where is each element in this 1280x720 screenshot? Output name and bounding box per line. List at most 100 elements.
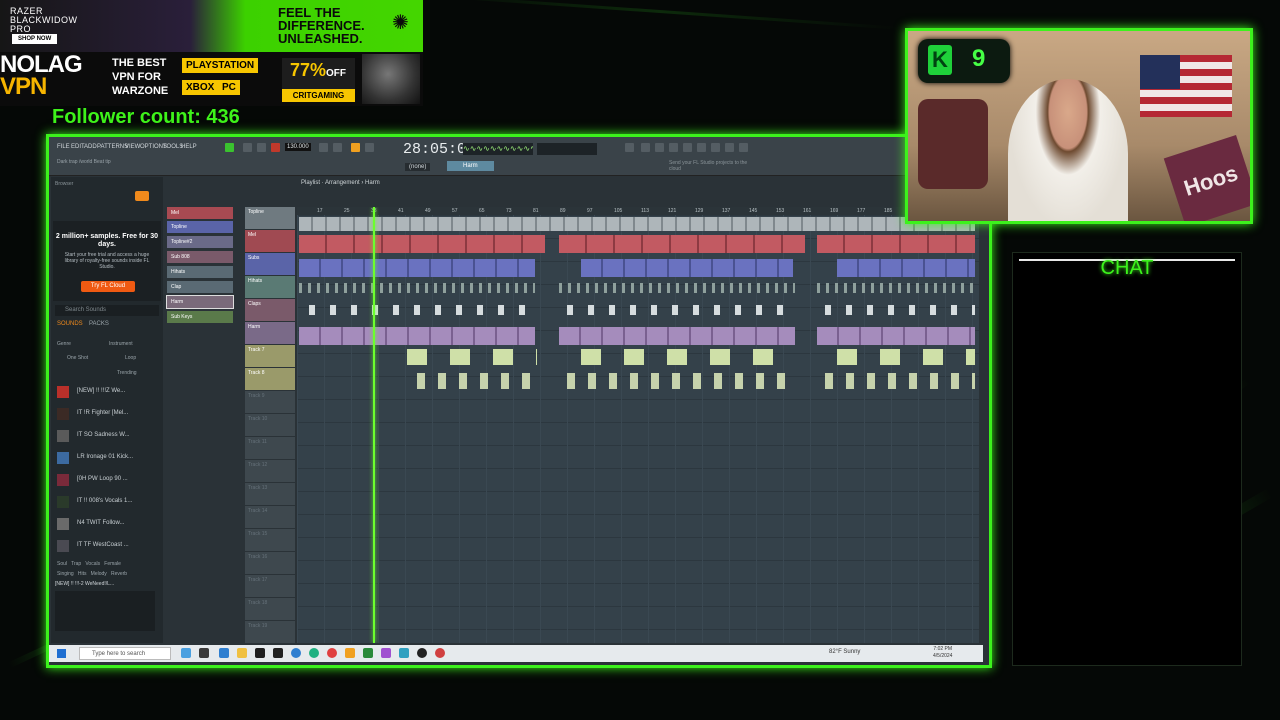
channel-button[interactable]: Mel <box>167 207 233 219</box>
sample-row[interactable]: LR Ironage 01 Kick... <box>55 449 159 467</box>
help-icon[interactable] <box>697 143 706 152</box>
app-icon[interactable] <box>435 648 445 658</box>
track-header[interactable]: Track 10 <box>245 414 295 436</box>
mel-clips[interactable] <box>817 235 975 253</box>
sample-row[interactable]: [0H PW Loop 90 ... <box>55 471 159 489</box>
track-header[interactable]: Subs <box>245 253 295 275</box>
menu-add[interactable]: ADD <box>84 144 97 150</box>
playlist-arrangement[interactable]: 1725334149576573818997105113121129137145… <box>297 207 979 643</box>
sample-row[interactable]: IT !R Fighter [Mel... <box>55 405 159 423</box>
hihats-clips[interactable] <box>817 283 975 293</box>
menu-patterns[interactable]: PATTERNS <box>97 144 128 150</box>
menu-edit[interactable]: EDIT <box>71 144 85 150</box>
track-header[interactable]: Track 16 <box>245 552 295 574</box>
app-icon[interactable] <box>309 648 319 658</box>
preview-waveform[interactable] <box>55 591 155 631</box>
browser-icon[interactable] <box>711 143 720 152</box>
track-header[interactable]: Track 9 <box>245 391 295 413</box>
sample-row[interactable]: [NEW] !! !!!Z We... <box>55 383 159 401</box>
channel-button[interactable]: Hihats <box>167 266 233 278</box>
record-button[interactable] <box>271 143 280 152</box>
step-edit-icon[interactable] <box>365 143 374 152</box>
track-header[interactable]: Harm <box>245 322 295 344</box>
hihats-clips[interactable] <box>299 283 535 293</box>
search-sounds-input[interactable]: Search Sounds <box>55 305 159 316</box>
pattern-song-toggle[interactable] <box>225 143 234 152</box>
app-icon[interactable] <box>273 648 283 658</box>
try-fl-cloud-button[interactable]: Try FL Cloud <box>81 281 135 292</box>
track-header[interactable]: Track 15 <box>245 529 295 551</box>
subs-clips[interactable] <box>581 259 793 277</box>
track-header[interactable]: Track 8 <box>245 368 295 390</box>
obs-icon[interactable] <box>417 648 427 658</box>
tab-sounds[interactable]: SOUNDS <box>57 321 83 327</box>
track-header[interactable]: Claps <box>245 299 295 321</box>
claps-clips[interactable] <box>309 305 539 315</box>
claps-clips[interactable] <box>567 305 797 315</box>
playhead[interactable] <box>373 207 375 643</box>
channel-button[interactable]: Clap <box>167 281 233 293</box>
app-icon[interactable] <box>327 648 337 658</box>
filter-one-shot[interactable]: One Shot <box>67 355 88 361</box>
tag-chip[interactable]: Trap <box>71 561 81 567</box>
wait-icon[interactable] <box>333 143 342 152</box>
pattern-select[interactable]: Harm <box>447 161 494 171</box>
twitch-icon[interactable] <box>381 648 391 658</box>
folder-icon[interactable] <box>237 648 247 658</box>
track-header[interactable]: Mel <box>245 230 295 252</box>
sort-trending[interactable]: Trending <box>117 370 137 376</box>
menu-help[interactable]: HELP <box>181 144 197 150</box>
track-header[interactable]: Track 13 <box>245 483 295 505</box>
bpm-display[interactable]: 130.000 <box>285 143 311 151</box>
topline-clips[interactable] <box>299 217 975 231</box>
track7-clips[interactable] <box>837 349 975 365</box>
chrome-icon[interactable] <box>291 648 301 658</box>
harm-clips[interactable] <box>559 327 795 345</box>
razer-ad[interactable]: RAZER BLACKWIDOW PRO SHOP NOW FEEL THE D… <box>0 0 423 52</box>
track8-clips[interactable] <box>825 373 975 389</box>
tag-chip[interactable]: Singing <box>57 571 74 577</box>
app-icon[interactable] <box>399 648 409 658</box>
harm-clips[interactable] <box>817 327 975 345</box>
info-icon[interactable] <box>739 143 748 152</box>
track-header[interactable]: Track 14 <box>245 506 295 528</box>
channel-button[interactable]: Topline#2 <box>167 236 233 248</box>
claps-clips[interactable] <box>825 305 975 315</box>
sample-row[interactable]: IT !! 008's Vocals 1... <box>55 493 159 511</box>
stop-button[interactable] <box>257 143 266 152</box>
tag-chip[interactable]: Soul <box>57 561 67 567</box>
snap-select[interactable]: (none) <box>405 163 431 171</box>
timeline-ruler[interactable]: 1725334149576573818997105113121129137145… <box>297 207 979 215</box>
metronome-icon[interactable] <box>319 143 328 152</box>
tag-chip[interactable]: Hits <box>78 571 87 577</box>
fl-studio-window[interactable]: FILE EDIT ADD PATTERNS VIEW OPTIONS TOOL… <box>46 134 992 668</box>
track-header[interactable]: Track 12 <box>245 460 295 482</box>
taskbar-search-input[interactable]: Type here to search <box>79 647 171 660</box>
taskbar-clock[interactable]: 7:02 PM 4/5/2024 <box>933 646 952 660</box>
tag-chip[interactable]: Female <box>104 561 121 567</box>
snapshot-icon[interactable] <box>625 143 634 152</box>
track7-clips[interactable] <box>407 349 537 365</box>
tab-packs[interactable]: PACKS <box>89 321 109 327</box>
tag-chip[interactable]: Vocals <box>85 561 100 567</box>
sample-row[interactable]: IT TF WestCoast ... <box>55 537 159 555</box>
apps-icon[interactable] <box>199 648 209 658</box>
shop-now-button[interactable]: SHOP NOW <box>12 34 58 44</box>
app-icon[interactable] <box>363 648 373 658</box>
subs-clips[interactable] <box>299 259 535 277</box>
channel-button[interactable]: Sub 808 <box>167 251 233 263</box>
track-header[interactable]: Track 19 <box>245 621 295 643</box>
plugin-icon[interactable] <box>725 143 734 152</box>
mel-clips[interactable] <box>559 235 805 253</box>
task-view-icon[interactable] <box>181 648 191 658</box>
browser-sounds-icon[interactable] <box>135 191 149 201</box>
track-header[interactable]: Hihats <box>245 276 295 298</box>
subs-clips[interactable] <box>837 259 975 277</box>
track-header[interactable]: Track 17 <box>245 575 295 597</box>
track8-clips[interactable] <box>567 373 795 389</box>
sample-row[interactable]: N4 TWIT Follow... <box>55 515 159 533</box>
track7-clips[interactable] <box>581 349 795 365</box>
filter-instrument[interactable]: Instrument <box>109 341 133 347</box>
hihats-clips[interactable] <box>559 283 795 293</box>
track-header[interactable]: Track 7 <box>245 345 295 367</box>
